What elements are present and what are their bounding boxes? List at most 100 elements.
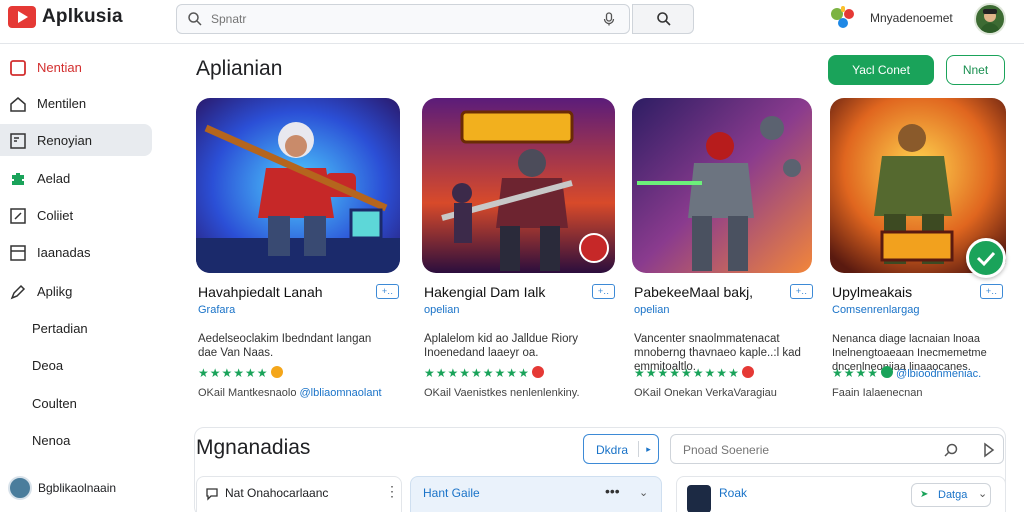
secondary-button[interactable]: Nnet — [946, 55, 1005, 85]
card-developer[interactable]: opelian — [424, 304, 459, 316]
section-search-input[interactable] — [683, 441, 923, 459]
card-title[interactable]: Havahpiedalt Lanah — [198, 284, 323, 300]
card-footer: OKail Onekan VerkaVaragiau — [634, 387, 777, 399]
edit-box-icon — [10, 208, 26, 224]
sidebar-item-6[interactable]: Aplikg — [0, 275, 152, 307]
square-outline-icon — [10, 60, 26, 76]
sidebar: Nentian Mentilen Renoyian Aelad Coliiet … — [0, 50, 170, 512]
zombie-artwork-icon — [422, 98, 615, 273]
card-footer-text: OKail Vaenistkes — [424, 387, 507, 399]
card-badge[interactable]: +‥ — [980, 284, 1003, 299]
panel-title: Roak — [719, 486, 748, 500]
card-title[interactable]: Upylmeakais — [832, 284, 912, 300]
sidebar-subitem-0[interactable]: Pertadian — [0, 312, 152, 344]
app-card[interactable]: PabekeeMaal bakj, +‥ opelian Vancenter s… — [632, 98, 813, 408]
card-footer-link[interactable]: @lbliaomnaolant — [300, 387, 382, 399]
apps-group-icon[interactable] — [828, 4, 858, 32]
sidebar-item-1[interactable]: Mentilen — [0, 87, 152, 119]
app-card[interactable]: Hakengial Dam Ialk +‥ opelian Aplalelom … — [422, 98, 615, 408]
avatar — [8, 476, 32, 500]
card-title[interactable]: Hakengial Dam Ialk — [424, 284, 545, 300]
play-icon[interactable] — [982, 442, 996, 458]
card-footer: Faain Ialaenecnan — [832, 387, 923, 399]
panel-title: Nat Onahocarlaanc — [225, 486, 329, 500]
card-description: Aedelseoclakim Ibedndant Iangan dae Van … — [198, 333, 372, 359]
list-panel[interactable]: Roak ➤ Datga ⌄ — [676, 476, 1006, 512]
sidebar-item-3[interactable]: Aelad — [0, 162, 152, 194]
card-description: Aplalelom kid ao Jalldue Riory Inoenedan… — [424, 333, 579, 359]
sidebar-item-4[interactable]: Coliiet — [0, 199, 152, 231]
heart-icon — [531, 366, 544, 378]
card-footer-link[interactable]: VerkaVaragiau — [706, 387, 777, 399]
card-badge[interactable]: +‥ — [790, 284, 813, 299]
card-footer-link[interactable]: nenlenlenkiny. — [510, 387, 580, 399]
install-check-button[interactable] — [966, 238, 1006, 278]
pen-icon — [10, 284, 26, 300]
play-logo-icon — [8, 6, 36, 28]
microphone-icon[interactable] — [601, 11, 617, 27]
avatar-portrait-icon — [980, 9, 1000, 33]
sidebar-subitem-1[interactable]: Deoa — [0, 349, 152, 381]
sidebar-item-0[interactable]: Nentian — [0, 51, 152, 83]
section-dropdown[interactable]: Dkdra ▸ — [583, 434, 659, 464]
list-panel[interactable]: Hant Gaile ••• ⌄ — [410, 476, 662, 512]
card-footer-text: OKail Onekan — [634, 387, 703, 399]
username[interactable]: Mnyadenoemet — [870, 11, 953, 25]
sidebar-subitem-3[interactable]: Nenoa — [0, 424, 152, 456]
search-icon — [188, 12, 202, 26]
user-avatar[interactable] — [974, 3, 1006, 35]
puzzle-icon — [12, 173, 24, 185]
app-card[interactable]: Havahpiedalt Lanah +‥ Grafara Aedelseocl… — [196, 98, 400, 408]
sidebar-item-label: Mentilen — [37, 95, 87, 111]
section-search-box[interactable] — [670, 434, 1004, 464]
card-developer[interactable]: Grafara — [198, 304, 235, 316]
search-icon[interactable] — [943, 442, 959, 458]
check-icon — [976, 251, 996, 267]
game-artwork[interactable] — [196, 98, 400, 273]
card-title[interactable]: PabekeeMaal bakj, — [634, 284, 753, 300]
dropdown-value: Dkdra — [596, 443, 629, 457]
sidebar-user-name: Bgblikaolnaain — [38, 481, 117, 495]
card-footer: OKail Mantkesnaolo @lbliaomnaolant — [198, 387, 382, 399]
panel-dropdown[interactable]: ➤ Datga ⌄ — [911, 483, 991, 507]
section-title: Mgnanadias — [196, 436, 311, 459]
sidebar-subitem-label: Coulten — [32, 395, 77, 411]
more-horizontal-icon[interactable]: ••• — [605, 483, 620, 499]
game-artwork[interactable] — [422, 98, 615, 273]
heart-icon — [741, 366, 754, 378]
rating-tag: @lbioodnmeniac. — [896, 368, 982, 380]
sidebar-item-label: Aelad — [37, 170, 71, 186]
panel-icon — [10, 133, 26, 149]
sidebar-item-label: Renoyian — [37, 132, 92, 148]
sidebar-user[interactable]: Bgblikaolnaain — [8, 476, 116, 500]
card-developer[interactable]: opelian — [634, 304, 669, 316]
card-badge[interactable]: +‥ — [592, 284, 615, 299]
search-box[interactable] — [176, 4, 630, 34]
more-vertical-icon[interactable]: ⋮ — [385, 483, 399, 500]
sidebar-item-label: Iaanadas — [37, 244, 91, 260]
sidebar-item-5[interactable]: Iaanadas — [0, 236, 152, 268]
card-developer[interactable]: Comsenrenlargag — [832, 304, 919, 316]
list-panel[interactable]: Nat Onahocarlaanc ⋮ — [196, 476, 402, 512]
app-logo[interactable]: Aplkusia — [8, 6, 123, 28]
game-artwork[interactable] — [632, 98, 812, 273]
arrow-icon: ➤ — [920, 489, 929, 500]
top-bar: Aplkusia Mnyadenoemet — [0, 0, 1024, 44]
chevron-down-icon[interactable]: ⌄ — [639, 486, 648, 499]
search-icon — [657, 12, 671, 26]
search-input[interactable] — [211, 9, 571, 29]
primary-button[interactable]: Yacl Conet — [828, 55, 934, 85]
chat-icon — [206, 488, 218, 501]
rating-stars: ★★★★★★★★★ — [634, 366, 757, 380]
card-badge[interactable]: +‥ — [376, 284, 399, 299]
chevron-right-icon: ▸ — [638, 441, 658, 457]
hero-artwork-icon — [196, 98, 400, 273]
sidebar-item-2[interactable]: Renoyian — [0, 124, 152, 156]
sidebar-subitem-2[interactable]: Coulten — [0, 387, 152, 419]
search-button[interactable] — [632, 4, 694, 34]
sidebar-subitem-label: Nenoa — [32, 432, 71, 448]
app-title: Aplkusia — [42, 6, 123, 27]
robot-artwork-icon — [632, 98, 812, 273]
rating-stars: ★★★★ @lbioodnmeniac. — [832, 366, 982, 380]
thumbnail-icon — [687, 485, 711, 512]
